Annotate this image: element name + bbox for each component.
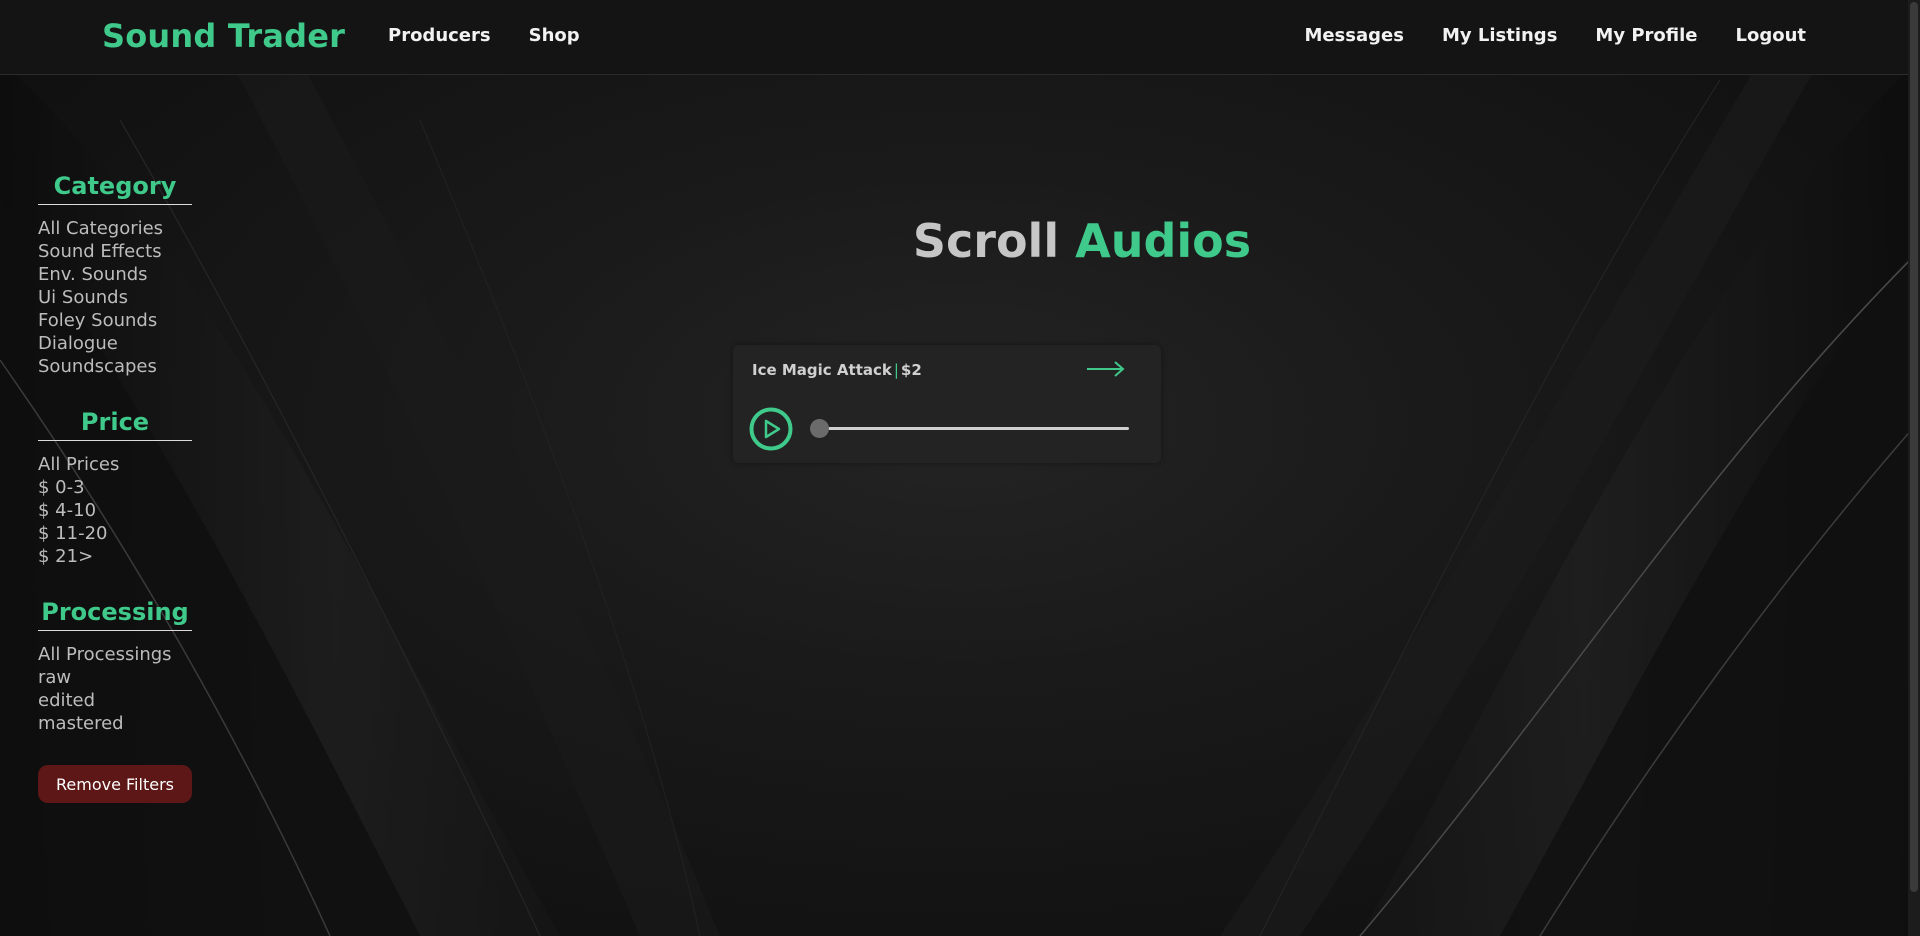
page-title-accent: Audios: [1075, 214, 1252, 268]
filter-category-dialogue[interactable]: Dialogue: [38, 332, 192, 355]
filter-price-4-10[interactable]: $ 4-10: [38, 499, 192, 522]
filter-price-11-20[interactable]: $ 11-20: [38, 522, 192, 545]
title-separator: |: [893, 361, 899, 379]
audio-seek-bar[interactable]: [819, 427, 1129, 430]
filter-processing-raw[interactable]: raw: [38, 666, 192, 689]
audio-seek-handle[interactable]: [810, 419, 829, 438]
page-scrollbar[interactable]: [1908, 0, 1920, 936]
nav-logout[interactable]: Logout: [1735, 25, 1806, 46]
price-heading: Price: [38, 408, 192, 441]
audio-price: $2: [900, 361, 922, 379]
filter-category-ui-sounds[interactable]: Ui Sounds: [38, 286, 192, 309]
nav-shop[interactable]: Shop: [529, 25, 580, 46]
filter-processing-mastered[interactable]: mastered: [38, 712, 192, 735]
processing-heading: Processing: [38, 598, 192, 631]
filter-processing-edited[interactable]: edited: [38, 689, 192, 712]
audio-name: Ice Magic Attack: [752, 361, 892, 379]
nav-my-profile[interactable]: My Profile: [1595, 25, 1697, 46]
remove-filters-button[interactable]: Remove Filters: [38, 765, 192, 803]
page: Sound Trader Producers Shop Messages My …: [0, 0, 1920, 936]
filter-category-soundscapes[interactable]: Soundscapes: [38, 355, 192, 378]
audio-card-title: Ice Magic Attack | $2: [752, 361, 922, 379]
account-nav: Messages My Listings My Profile Logout: [1304, 25, 1806, 46]
background-art: [0, 60, 1920, 936]
filter-category-foley-sounds[interactable]: Foley Sounds: [38, 309, 192, 332]
filter-processing-all[interactable]: All Processings: [38, 643, 192, 666]
play-icon[interactable]: [749, 407, 793, 451]
arrow-right-icon[interactable]: [1085, 357, 1127, 381]
top-navbar: Sound Trader Producers Shop Messages My …: [0, 0, 1908, 75]
price-filter-list: All Prices $ 0-3 $ 4-10 $ 11-20 $ 21>: [38, 453, 192, 568]
filter-price-0-3[interactable]: $ 0-3: [38, 476, 192, 499]
filter-price-all[interactable]: All Prices: [38, 453, 192, 476]
category-heading: Category: [38, 172, 192, 205]
primary-nav: Producers Shop: [388, 25, 580, 46]
audio-card: Ice Magic Attack | $2: [733, 345, 1161, 463]
nav-messages[interactable]: Messages: [1304, 25, 1404, 46]
nav-producers[interactable]: Producers: [388, 25, 491, 46]
page-title: Scroll Audios: [0, 214, 1920, 268]
filter-price-21-plus[interactable]: $ 21>: [38, 545, 192, 568]
brand-logo[interactable]: Sound Trader: [102, 17, 345, 55]
processing-filter-list: All Processings raw edited mastered: [38, 643, 192, 735]
page-title-main: Scroll: [912, 214, 1060, 268]
nav-my-listings[interactable]: My Listings: [1442, 25, 1557, 46]
scrollbar-thumb[interactable]: [1910, 2, 1918, 892]
